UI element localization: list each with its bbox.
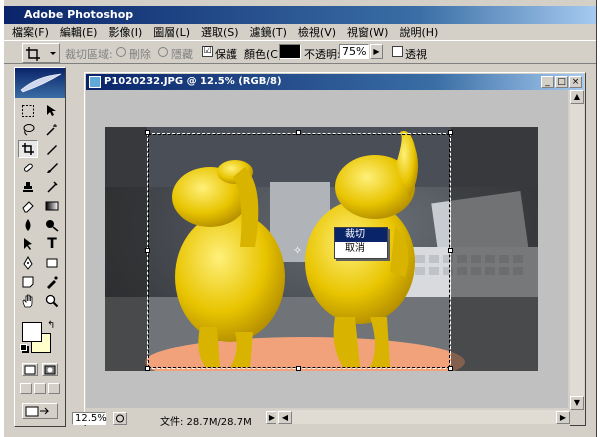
quick-mask-mode-icon[interactable] [42,363,58,376]
perspective-checkbox[interactable] [392,46,403,57]
lasso-tool-icon[interactable] [18,121,38,139]
crop-tool-icon [26,47,56,61]
document-size: 文件: 28.7M/28.7M [160,417,252,428]
document-icon [89,76,101,88]
menu-layer[interactable]: 圖層(L) [153,24,190,40]
menu-view[interactable]: 檢視(V) [298,24,336,40]
status-bar-icon[interactable] [113,412,127,425]
hand-tool-icon[interactable] [18,292,38,310]
context-menu-crop[interactable]: 裁切 [335,228,387,242]
healing-brush-tool-icon[interactable] [18,159,38,177]
marquee-tool-icon[interactable] [18,102,38,120]
context-menu: 裁切 取消 [334,227,388,259]
close-icon[interactable]: × [569,76,582,88]
magic-wand-tool-icon[interactable] [42,121,62,139]
delete-radio[interactable] [116,47,126,57]
perspective-label: 透視 [405,48,427,61]
menu-help[interactable]: 說明(H) [399,24,438,40]
opacity-label: 不透明: [304,48,341,61]
zoom-field[interactable]: 12.5% [72,412,107,425]
photo-canvas[interactable] [105,127,538,371]
crop-area-label: 裁切區域: [65,48,113,61]
clone-stamp-tool-icon[interactable] [18,178,38,196]
default-colors-icon[interactable] [20,344,27,351]
crop-shield-left [105,127,147,371]
menu-window[interactable]: 視窗(W) [347,24,388,40]
type-tool-icon[interactable]: T [42,235,62,253]
resize-grip-icon[interactable] [570,410,584,424]
crop-handle-top-center[interactable] [296,130,301,135]
menu-filter[interactable]: 濾鏡(T) [250,24,287,40]
menu-select[interactable]: 選取(S) [201,24,239,40]
rectangle-tool-icon[interactable] [42,254,62,272]
shield-checkbox[interactable]: ☑ [202,46,213,57]
history-brush-tool-icon[interactable] [42,178,62,196]
crop-shield-right [451,127,538,371]
move-tool-icon[interactable] [42,102,62,120]
dodge-tool-icon[interactable] [42,216,62,234]
gradient-tool-icon[interactable] [42,197,62,215]
zoom-tool-icon[interactable] [42,292,62,310]
menu-edit[interactable]: 編輯(E) [60,24,98,40]
slice-tool-icon[interactable] [42,140,62,158]
screen-mode-full-menu-icon[interactable] [34,383,46,394]
document-title: P1020232.JPG @ 12.5% (RGB/8) [104,76,282,87]
crop-handle-bottom-center[interactable] [296,366,301,371]
crop-center-point-icon[interactable]: ✧ [293,244,302,257]
delete-label: 刪除 [129,48,151,61]
screen-mode-standard-icon[interactable] [20,383,32,394]
scroll-left-icon[interactable]: ◀ [278,411,292,424]
pen-tool-icon[interactable] [18,254,38,272]
tool-preset-picker[interactable] [22,43,60,63]
crop-handle-top-left[interactable] [145,130,150,135]
crop-handle-middle-right[interactable] [448,248,453,253]
shield-label: 保護 [215,48,237,61]
vertical-scrollbar[interactable] [570,90,584,408]
scroll-down-icon[interactable]: ▼ [570,396,584,410]
crop-handle-top-right[interactable] [448,130,453,135]
menu-image[interactable]: 影像(I) [108,24,142,40]
scroll-up-icon[interactable]: ▲ [570,90,584,104]
minimize-icon[interactable]: _ [541,76,554,88]
toolbox-header [15,68,65,98]
scroll-right-icon[interactable]: ▶ [556,411,570,424]
foreground-color-swatch[interactable] [22,322,42,342]
screen-mode-full-icon[interactable] [48,383,60,394]
app-title: Adobe Photoshop [24,8,134,21]
brush-tool-icon[interactable] [42,159,62,177]
document-title-bar: P1020232.JPG @ 12.5% (RGB/8) [86,74,584,90]
maximize-icon[interactable]: □ [555,76,568,88]
crop-handle-bottom-right[interactable] [448,366,453,371]
context-menu-cancel[interactable]: 取消 [335,242,387,256]
eraser-tool-icon[interactable] [18,197,38,215]
feather-logo-icon [20,73,62,93]
standard-mode-icon[interactable] [22,363,38,376]
crop-handle-bottom-left[interactable] [145,366,150,371]
shield-color-swatch[interactable] [279,44,301,59]
hide-radio[interactable] [158,47,168,57]
opacity-input[interactable]: 75% [339,44,369,59]
jump-to-imageready-icon[interactable] [22,403,58,419]
path-selection-tool-icon[interactable] [18,235,38,253]
blur-tool-icon[interactable] [18,216,38,234]
menu-file[interactable]: 檔案(F) [12,24,49,40]
opacity-slider-arrow-icon[interactable]: ▶ [370,44,383,59]
notes-tool-icon[interactable] [18,273,38,291]
hide-label: 隱藏 [171,48,193,61]
swap-colors-icon[interactable]: ↰ [47,320,55,331]
eyedropper-tool-icon[interactable] [42,273,62,291]
crop-tool-icon-selected[interactable] [18,140,38,158]
menu-bar: 檔案(F) 編輯(E) 影像(I) 圖層(L) 選取(S) 濾鏡(T) 檢視(V… [4,24,596,40]
tool-grid: T [18,102,64,310]
horizontal-scrollbar[interactable] [276,410,570,424]
crop-handle-middle-left[interactable] [145,248,150,253]
app-title-bar: Adobe Photoshop [4,6,596,24]
